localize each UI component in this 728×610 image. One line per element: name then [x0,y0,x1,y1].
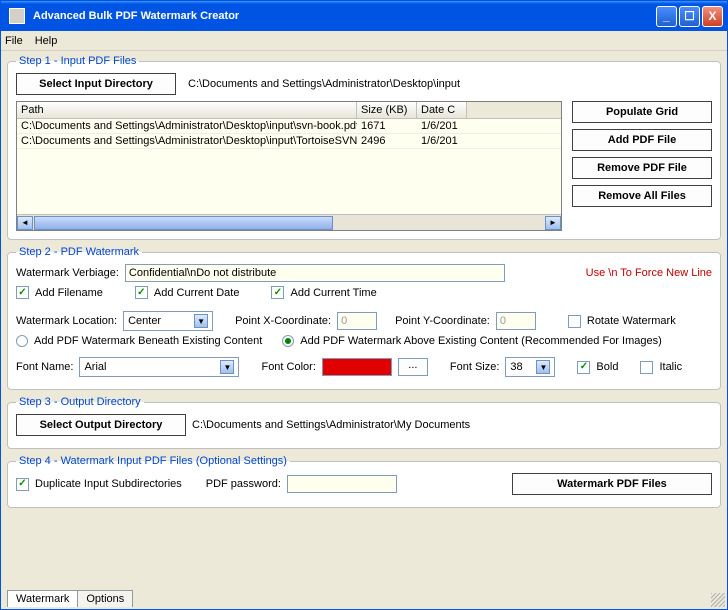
cell-date: 1/6/201 [417,119,467,133]
file-grid[interactable]: Path Size (KB) Date C C:\Documents and S… [16,101,562,231]
chevron-down-icon: ▼ [194,314,208,328]
step2-fieldset: Step 2 - PDF Watermark Watermark Verbiag… [7,246,721,390]
add-time-checkbox[interactable]: ✓ [271,286,284,299]
close-button[interactable]: X [702,6,723,27]
step3-fieldset: Step 3 - Output Directory Select Output … [7,396,721,449]
add-filename-label: Add Filename [35,287,103,299]
location-label: Watermark Location: [16,315,117,327]
watermark-files-button[interactable]: Watermark PDF Files [512,473,712,495]
grid-header: Path Size (KB) Date C [17,102,561,119]
step1-fieldset: Step 1 - Input PDF Files Select Input Di… [7,55,721,240]
col-date[interactable]: Date C [417,102,467,118]
select-output-dir-button[interactable]: Select Output Directory [16,414,186,436]
font-color-swatch[interactable] [322,358,392,376]
input-path-label: C:\Documents and Settings\Administrator\… [188,78,460,90]
point-x-label: Point X-Coordinate: [235,315,331,327]
add-pdf-button[interactable]: Add PDF File [572,129,712,151]
step4-legend: Step 4 - Watermark Input PDF Files (Opti… [16,455,290,467]
content-area: Step 1 - Input PDF Files Select Input Di… [1,51,727,609]
font-size-value: 38 [510,361,522,373]
cell-size: 2496 [357,134,417,148]
password-label: PDF password: [206,478,281,490]
select-input-dir-button[interactable]: Select Input Directory [16,73,176,95]
newline-note: Use \n To Force New Line [586,267,712,279]
add-time-label: Add Current Time [290,287,376,299]
add-date-checkbox[interactable]: ✓ [135,286,148,299]
add-filename-checkbox[interactable]: ✓ [16,286,29,299]
point-y-label: Point Y-Coordinate: [395,315,490,327]
app-window: Advanced Bulk PDF Watermark Creator _ ☐ … [0,0,728,610]
italic-label: Italic [659,361,682,373]
location-value: Center [128,315,161,327]
scroll-right-icon[interactable]: ► [545,216,561,230]
grid-body: C:\Documents and Settings\Administrator\… [17,119,561,214]
font-name-value: Arial [84,361,106,373]
point-y-input[interactable] [496,312,536,330]
duplicate-label: Duplicate Input Subdirectories [35,478,182,490]
rotate-checkbox[interactable] [568,315,581,328]
radio-dot-icon [285,338,291,344]
remove-pdf-button[interactable]: Remove PDF File [572,157,712,179]
minimize-button[interactable]: _ [656,6,677,27]
table-row[interactable]: C:\Documents and Settings\Administrator\… [17,134,561,149]
output-path-label: C:\Documents and Settings\Administrator\… [192,419,470,431]
window-title: Advanced Bulk PDF Watermark Creator [29,10,656,22]
titlebar[interactable]: Advanced Bulk PDF Watermark Creator _ ☐ … [1,1,727,31]
populate-grid-button[interactable]: Populate Grid [572,101,712,123]
horizontal-scrollbar[interactable]: ◄ ► [17,214,561,230]
location-dropdown[interactable]: Center ▼ [123,311,213,331]
tab-strip: Watermark Options [7,590,132,607]
step3-legend: Step 3 - Output Directory [16,396,144,408]
table-row[interactable]: C:\Documents and Settings\Administrator\… [17,119,561,134]
menu-help[interactable]: Help [35,35,58,47]
cell-path: C:\Documents and Settings\Administrator\… [17,134,357,148]
app-icon [9,8,25,24]
radio-below[interactable] [16,335,28,347]
radio-below-label: Add PDF Watermark Beneath Existing Conte… [34,335,262,347]
cell-date: 1/6/201 [417,134,467,148]
font-name-dropdown[interactable]: Arial ▼ [79,357,239,377]
font-color-label: Font Color: [261,361,315,373]
verbiage-input[interactable] [125,264,505,282]
italic-checkbox[interactable] [640,361,653,374]
chevron-down-icon: ▼ [536,360,550,374]
resize-grip-icon[interactable] [711,593,725,607]
rotate-label: Rotate Watermark [587,315,676,327]
menubar: File Help [1,31,727,51]
bold-checkbox[interactable]: ✓ [577,361,590,374]
tab-watermark[interactable]: Watermark [7,590,78,607]
chevron-down-icon: ▼ [220,360,234,374]
cell-size: 1671 [357,119,417,133]
remove-all-button[interactable]: Remove All Files [572,185,712,207]
bold-label: Bold [596,361,618,373]
step4-fieldset: Step 4 - Watermark Input PDF Files (Opti… [7,455,721,508]
scroll-thumb[interactable] [34,216,333,230]
col-size[interactable]: Size (KB) [357,102,417,118]
tab-options[interactable]: Options [77,590,133,607]
font-size-dropdown[interactable]: 38 ▼ [505,357,555,377]
duplicate-checkbox[interactable]: ✓ [16,478,29,491]
menu-file[interactable]: File [5,35,23,47]
cell-path: C:\Documents and Settings\Administrator\… [17,119,357,133]
step1-legend: Step 1 - Input PDF Files [16,55,139,67]
password-input[interactable] [287,475,397,493]
radio-above[interactable] [282,335,294,347]
color-picker-button[interactable]: ... [398,358,428,376]
font-name-label: Font Name: [16,361,73,373]
add-date-label: Add Current Date [154,287,240,299]
radio-above-label: Add PDF Watermark Above Existing Content… [300,335,662,347]
verbiage-label: Watermark Verbiage: [16,267,119,279]
point-x-input[interactable] [337,312,377,330]
scroll-left-icon[interactable]: ◄ [17,216,33,230]
font-size-label: Font Size: [450,361,500,373]
step2-legend: Step 2 - PDF Watermark [16,246,142,258]
col-path[interactable]: Path [17,102,357,118]
maximize-button[interactable]: ☐ [679,6,700,27]
